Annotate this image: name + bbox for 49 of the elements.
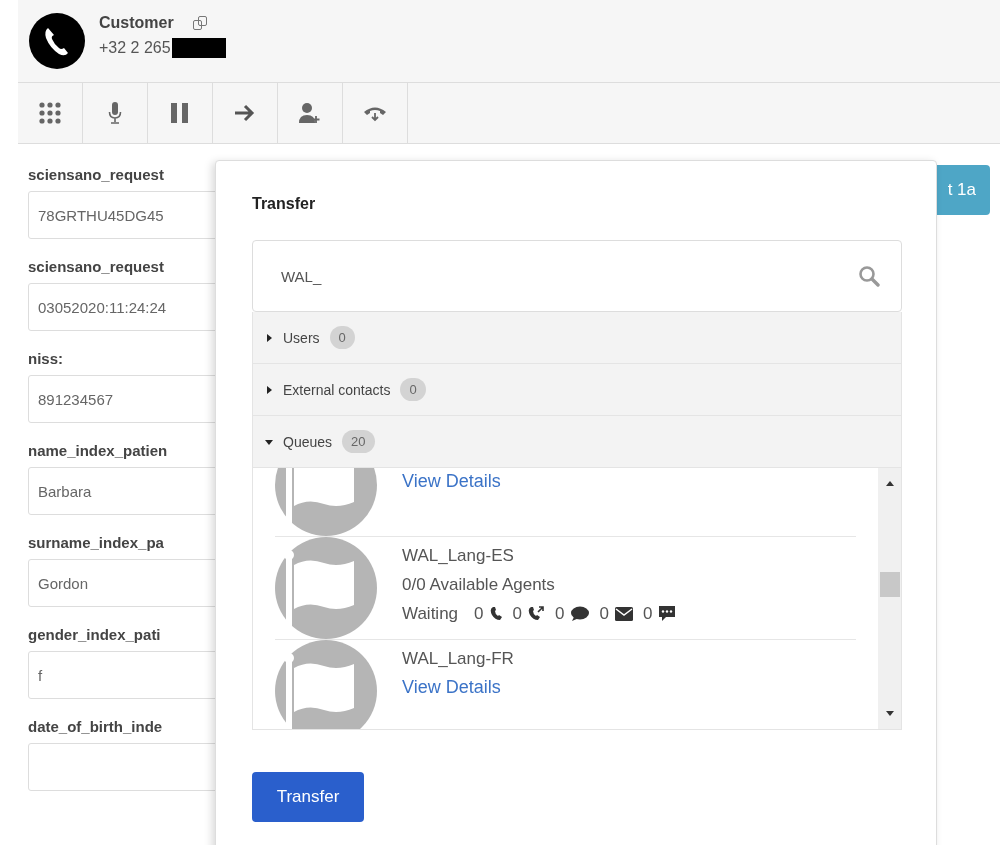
- flag-avatar-icon: [275, 640, 377, 729]
- waiting-count: 0: [599, 603, 609, 624]
- field-label: niss:: [28, 350, 63, 367]
- scroll-down-icon[interactable]: [885, 711, 894, 717]
- arrow-right-icon: [234, 104, 256, 122]
- scrollbar-thumb[interactable]: [879, 572, 900, 597]
- phone-avatar-icon: [29, 13, 85, 69]
- transfer-button[interactable]: Transfer: [252, 772, 364, 822]
- pause-icon: [169, 102, 191, 124]
- count-badge: 0: [400, 378, 426, 401]
- view-details-link[interactable]: View Details: [402, 471, 501, 492]
- field-label: sciensano_request: [28, 258, 164, 275]
- count-badge: 0: [329, 326, 355, 349]
- queue-name: WAL_Lang-ES: [402, 545, 514, 566]
- waiting-count: 0: [474, 603, 484, 624]
- dialpad-icon: [39, 102, 61, 124]
- caller-name: Customer: [99, 14, 174, 32]
- waiting-count: 0: [512, 603, 522, 624]
- section-header[interactable]: Queues 20: [252, 416, 902, 468]
- section-header[interactable]: External contacts 0: [252, 364, 902, 416]
- waiting-label: Waiting: [402, 603, 459, 624]
- phone-icon: [489, 606, 503, 621]
- section-label: Users: [283, 329, 320, 346]
- section-label: Queues: [283, 433, 333, 450]
- field-label: surname_index_pa: [28, 534, 164, 551]
- copy-icon[interactable]: [191, 15, 208, 31]
- section-label: External contacts: [283, 381, 391, 398]
- agents-count: 0/0 Available Agents: [402, 574, 555, 595]
- field-label: sciensano_request: [28, 166, 164, 183]
- envelope-icon: [614, 606, 633, 621]
- view-details-link[interactable]: View Details: [402, 677, 501, 698]
- add-person-icon: [299, 102, 321, 124]
- search-icon[interactable]: [858, 265, 880, 287]
- waiting-count: 0: [555, 603, 565, 624]
- section-header[interactable]: Users 0: [252, 312, 902, 364]
- phone-number: +32 2 265: [99, 39, 171, 57]
- message-icon: [658, 605, 677, 622]
- field-label: name_index_patien: [28, 442, 168, 459]
- scroll-up-icon[interactable]: [885, 480, 894, 486]
- chat-bubble-icon: [570, 605, 590, 622]
- field-label: gender_index_pati: [28, 626, 161, 643]
- scrollbar[interactable]: [878, 468, 901, 729]
- count-badge: 20: [342, 430, 375, 453]
- phone-callback-icon: [528, 606, 545, 621]
- field-label: date_of_birth_inde: [28, 718, 163, 735]
- queue-name: WAL_Lang-FR: [402, 648, 514, 669]
- microphone-icon: [108, 101, 122, 125]
- search-field[interactable]: WAL_: [252, 240, 902, 312]
- waiting-count: 0: [642, 603, 653, 624]
